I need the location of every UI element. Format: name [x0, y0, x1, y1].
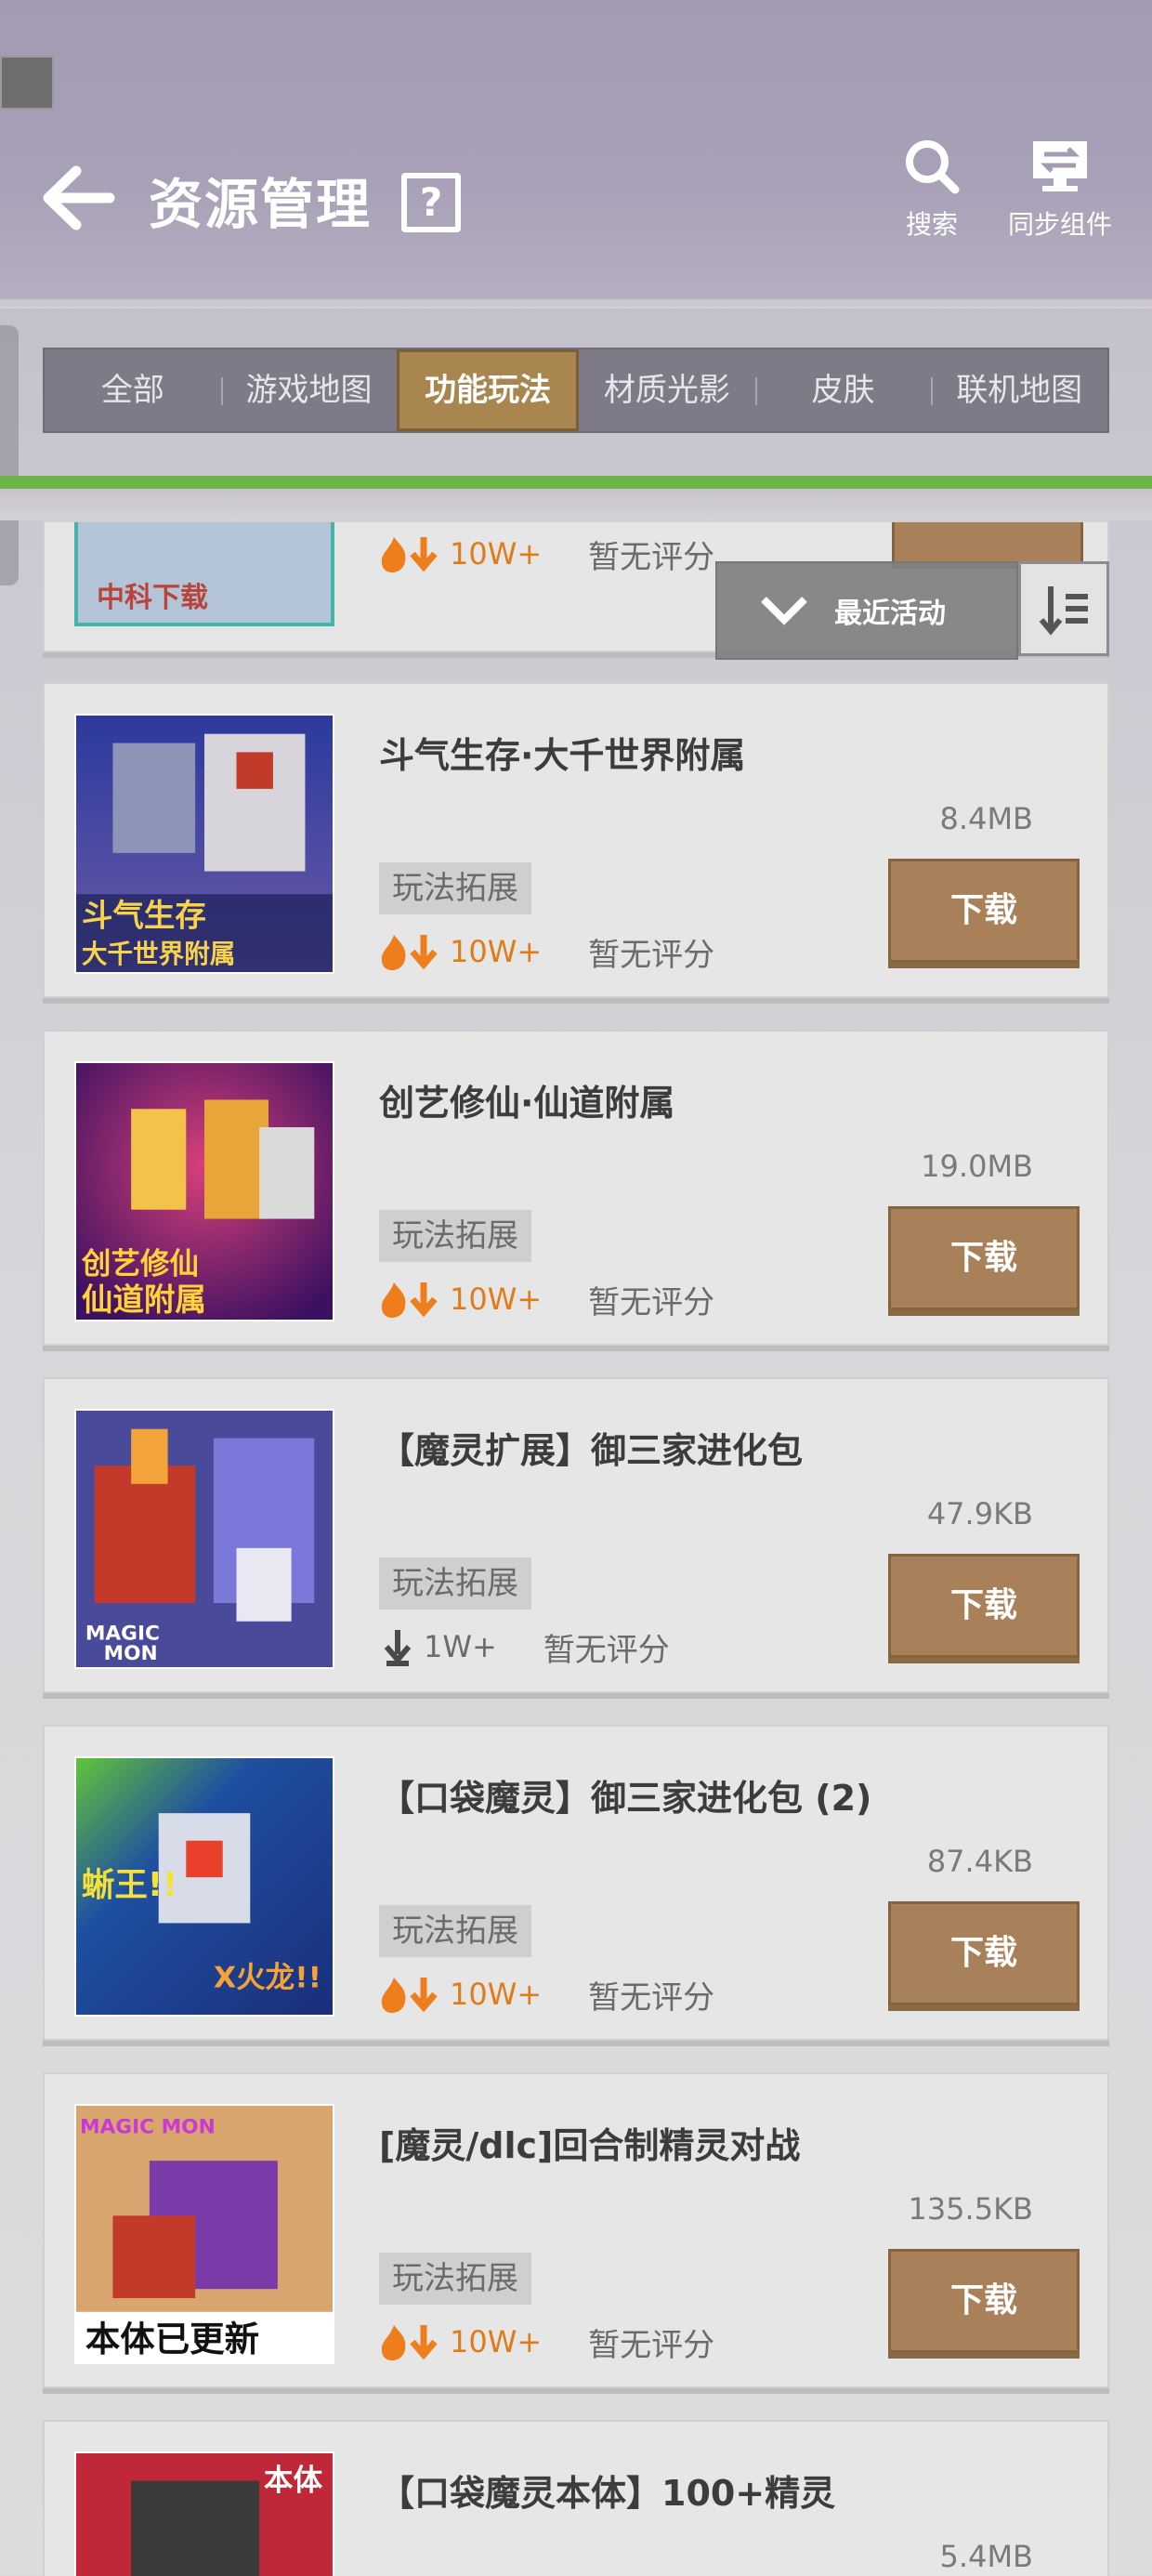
tab-gameplay[interactable]: 功能玩法 — [397, 349, 580, 431]
side-drawer-handle[interactable] — [0, 325, 19, 585]
page-title: 资源管理 — [149, 173, 373, 236]
category-tag: 玩法拓展 — [379, 1557, 531, 1610]
tab-textures-shaders[interactable]: 材质光影 — [579, 349, 755, 431]
sort-label: 最近活动 — [834, 598, 946, 630]
item-thumbnail: MAGIC MON 本体已更新 — [74, 2104, 334, 2364]
file-size: 5.4MB — [939, 2539, 1033, 2574]
header-divider — [0, 299, 1152, 309]
category-tag: 玩法拓展 — [379, 2253, 531, 2305]
tab-all[interactable]: 全部 — [45, 349, 221, 431]
download-count: 10W+ — [450, 1977, 543, 2012]
file-size: 87.4KB — [926, 1844, 1033, 1879]
download-icon — [384, 1630, 412, 1666]
thumbnail-caption: X火龙!! — [214, 1961, 321, 1994]
rating-text: 暂无评分 — [588, 936, 715, 974]
file-size: 8.4MB — [939, 801, 1033, 836]
thumbnail-caption: 斗气生存 — [82, 898, 206, 934]
thumbnail-caption: MAGIC MON — [80, 2116, 216, 2139]
tab-game-maps[interactable]: 游戏地图 — [220, 349, 398, 431]
list-item[interactable]: 本体 【口袋魔灵本体】100+精灵 5.4MB — [43, 2420, 1109, 2576]
thumbnail-caption: 中科下载 — [97, 582, 208, 614]
back-arrow-icon[interactable] — [41, 165, 115, 230]
rating-text: 暂无评分 — [543, 1631, 670, 1669]
download-button[interactable]: 下载 — [888, 2249, 1080, 2353]
download-button[interactable]: 下载 — [888, 859, 1080, 963]
hot-download-icon — [381, 537, 438, 572]
list-item[interactable]: MAGIC MON 本体已更新 [魔灵/dlc]回合制精灵对战 135.5KB … — [43, 2072, 1109, 2388]
sync-label: 同步组件 — [1007, 209, 1112, 240]
download-count: 10W+ — [450, 2324, 543, 2359]
item-thumbnail: 中科下载 — [74, 522, 334, 626]
divider-shadow — [0, 489, 1152, 520]
download-button[interactable]: 下载 — [888, 1206, 1080, 1310]
list-item[interactable]: 斗气生存 大千世界附属 斗气生存·大千世界附属 8.4MB 玩法拓展 10W+ … — [43, 682, 1109, 998]
search-label: 搜索 — [905, 209, 958, 240]
thumbnail-caption: 大千世界附属 — [82, 939, 235, 969]
list-item[interactable]: 创艺修仙 仙道附属 创艺修仙·仙道附属 19.0MB 玩法拓展 10W+ 暂无评… — [43, 1030, 1109, 1346]
sync-components-button[interactable]: 同步组件 — [1000, 138, 1120, 240]
list-item[interactable]: 蜥王!! X火龙!! 【口袋魔灵】御三家进化包 (2) 87.4KB 玩法拓展 … — [43, 1725, 1109, 2041]
hot-download-icon — [381, 2325, 438, 2360]
rating-text: 暂无评分 — [588, 2326, 715, 2364]
rating-text: 暂无评分 — [588, 1283, 715, 1321]
sort-order-button[interactable] — [1018, 561, 1109, 656]
search-button[interactable]: 搜索 — [871, 138, 992, 240]
item-stats: 10W+ 暂无评分 — [379, 927, 714, 976]
download-count: 10W+ — [450, 934, 543, 969]
item-name: 【口袋魔灵】御三家进化包 (2) — [379, 1778, 872, 1819]
download-button[interactable]: 下载 — [888, 1554, 1080, 1658]
item-thumbnail: 本体 — [74, 2451, 334, 2576]
thumbnail-caption: 蜥王!! — [82, 1866, 177, 1904]
item-stats: 1W+ 暂无评分 — [379, 1623, 670, 1671]
help-icon[interactable]: ? — [401, 173, 461, 232]
item-thumbnail: MAGIC MON — [74, 1409, 334, 1669]
category-tag: 玩法拓展 — [379, 1905, 531, 1957]
item-stats: 10W+ 暂无评分 — [379, 1970, 714, 2018]
search-icon — [906, 140, 960, 194]
scroll-marker — [0, 56, 54, 110]
thumbnail-caption: 仙道附属 — [82, 1281, 206, 1318]
sync-monitor-icon — [1033, 141, 1087, 191]
rating-text: 暂无评分 — [588, 538, 715, 576]
hot-download-icon — [381, 935, 438, 970]
sort-dropdown[interactable]: 最近活动 — [715, 561, 1018, 660]
thumbnail-caption: MON — [104, 1642, 158, 1665]
category-tag: 玩法拓展 — [379, 1210, 531, 1262]
file-size: 47.9KB — [926, 1496, 1033, 1531]
tab-multiplayer-maps[interactable]: 联机地图 — [931, 349, 1107, 431]
download-count: 1W+ — [424, 1629, 497, 1664]
download-count: 10W+ — [450, 1281, 543, 1317]
chevron-down-icon — [761, 597, 807, 625]
item-name: 创艺修仙·仙道附属 — [379, 1083, 675, 1124]
hot-download-icon — [381, 1282, 438, 1318]
download-count: 10W+ — [450, 536, 543, 572]
file-size: 135.5KB — [908, 2191, 1033, 2227]
item-stats: 10W+ 暂无评分 — [379, 1275, 714, 1323]
item-name: 【口袋魔灵本体】100+精灵 — [379, 2473, 836, 2514]
item-thumbnail: 斗气生存 大千世界附属 — [74, 714, 334, 974]
hot-download-icon — [381, 1978, 438, 2013]
progress-divider — [0, 476, 1152, 489]
item-name: [魔灵/dlc]回合制精灵对战 — [379, 2125, 801, 2166]
thumbnail-caption: 本体已更新 — [85, 2319, 259, 2359]
item-stats: 10W+ 暂无评分 — [379, 2318, 714, 2366]
tab-skins[interactable]: 皮肤 — [754, 349, 932, 431]
item-name: 【魔灵扩展】御三家进化包 — [379, 1430, 804, 1471]
list-item[interactable]: MAGIC MON 【魔灵扩展】御三家进化包 47.9KB 玩法拓展 1W+ 暂… — [43, 1377, 1109, 1693]
item-thumbnail: 创艺修仙 仙道附属 — [74, 1061, 334, 1321]
item-thumbnail: 蜥王!! X火龙!! — [74, 1756, 334, 2017]
thumbnail-caption: 本体 — [264, 2464, 323, 2497]
thumbnail-caption: 创艺修仙 — [81, 1248, 199, 1281]
sort-order-icon — [1039, 586, 1088, 636]
download-button[interactable]: 下载 — [888, 1901, 1080, 2005]
item-name: 斗气生存·大千世界附属 — [379, 735, 746, 776]
category-tag: 玩法拓展 — [379, 862, 531, 914]
category-tabs: 全部 游戏地图 功能玩法 材质光影 皮肤 联机地图 — [43, 348, 1109, 433]
item-stats: 10W+ 暂无评分 — [379, 530, 714, 578]
rating-text: 暂无评分 — [588, 1978, 715, 2017]
file-size: 19.0MB — [921, 1149, 1033, 1184]
